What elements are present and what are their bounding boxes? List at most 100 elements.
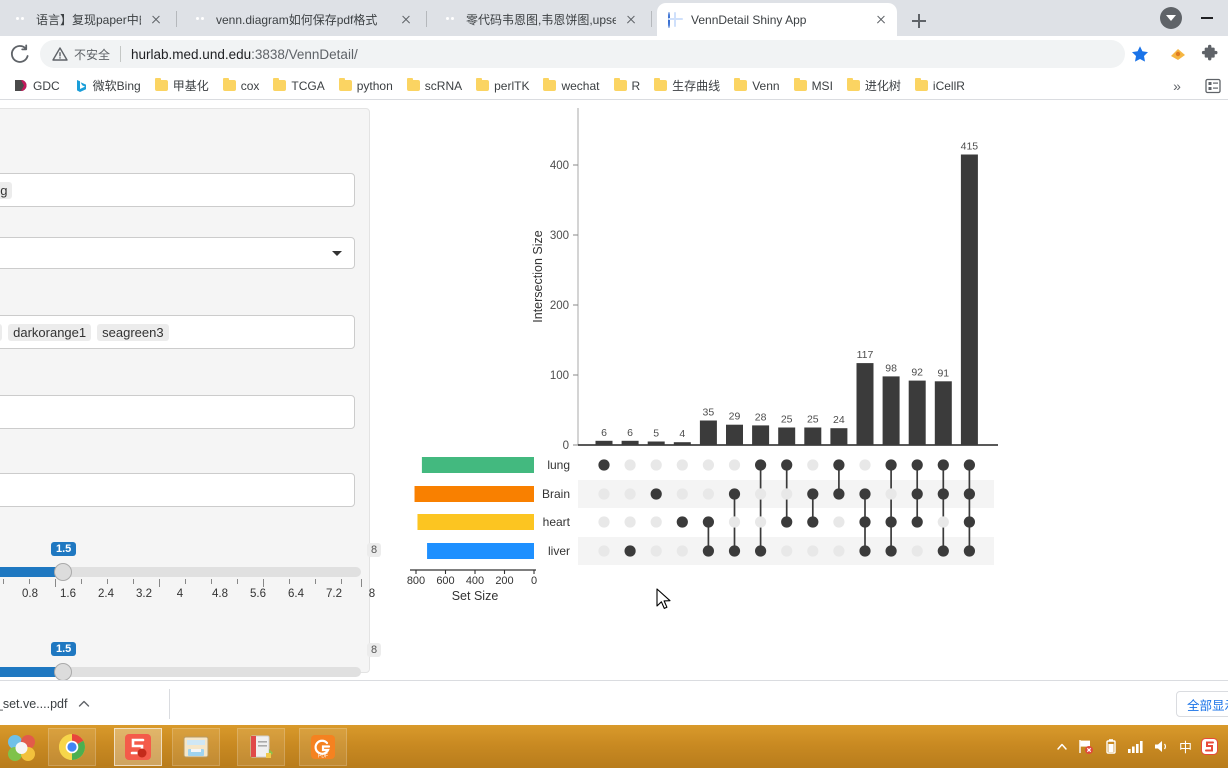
tray-sogou-icon[interactable] — [1201, 738, 1218, 755]
chevron-up-icon[interactable] — [77, 697, 91, 711]
reading-list-icon[interactable] — [1204, 77, 1222, 95]
tray-volume-icon[interactable] — [1153, 739, 1170, 754]
setsize-label-input[interactable]: Set Size — [0, 395, 355, 429]
address-bar[interactable]: 不安全 hurlab.med.und.edu:3838/VennDetail/ — [40, 40, 1125, 68]
intersection-bar — [595, 440, 613, 445]
color-token-seagreen3[interactable]: seagreen3 — [97, 323, 169, 341]
tab-close-icon[interactable] — [398, 12, 414, 28]
taskbar-explorer-icon[interactable] — [172, 728, 220, 766]
taskbar-snipaste-icon[interactable] — [114, 728, 162, 766]
intersection-bar-value-label: 117 — [857, 349, 874, 361]
color-token-goldenrod1[interactable]: goldenrod1 — [0, 323, 3, 341]
tab-close-icon[interactable] — [623, 12, 639, 28]
set-size-bar — [421, 457, 534, 473]
download-shelf: ur_gene_set.ve....pdf 全部显示 — [0, 680, 1228, 725]
bookmark-msi[interactable]: MSI — [787, 74, 840, 98]
bookmark-bing[interactable]: 微软Bing — [67, 74, 148, 98]
browser-tab-1[interactable]: venn.diagram如何保存pdf格式 — [182, 3, 422, 36]
intersection-bar-value-label: 35 — [703, 407, 715, 419]
tick-label: 4.8 — [212, 588, 228, 600]
browser-tab-0[interactable]: 语言】复现paper中的韦恩图 — [2, 3, 172, 36]
slider-handle[interactable] — [54, 663, 72, 680]
bookmark-python[interactable]: python — [332, 74, 400, 98]
display-type-select[interactable]: Upset — [0, 237, 355, 269]
new-tab-button[interactable] — [905, 7, 933, 35]
bookmark-label: 微软Bing — [92, 79, 141, 93]
url-text: hurlab.med.und.edu:3838/VennDetail/ — [131, 47, 358, 62]
intersection-bar-value-label: 28 — [755, 411, 767, 423]
matrix-dot-filled — [911, 459, 923, 471]
set-size-tick-label: 200 — [495, 575, 513, 587]
bookmark-star-icon[interactable] — [1130, 44, 1150, 64]
bookmark-label: TCGA — [291, 78, 325, 93]
bookmark-wechat[interactable]: wechat — [536, 74, 606, 98]
matrix-dot-empty — [937, 516, 949, 528]
intersection-bar-value-label: 29 — [729, 411, 741, 423]
taskbar-notepad-icon[interactable] — [237, 728, 285, 766]
set-row-label: liver — [548, 544, 570, 558]
slider-handle[interactable] — [54, 563, 72, 581]
folder-icon — [914, 77, 928, 91]
not-secure-warning-icon — [52, 46, 68, 62]
download-item[interactable]: ur_gene_set.ve....pdf — [0, 689, 170, 719]
extensions-puzzle-icon[interactable] — [1200, 44, 1220, 64]
set-row-label: lung — [547, 458, 570, 472]
tray-battery-icon[interactable] — [1103, 738, 1118, 755]
show-all-downloads-button[interactable]: 全部显示 — [1176, 691, 1228, 717]
tray-overflow-icon[interactable] — [1056, 741, 1068, 753]
intersection-bar — [778, 427, 796, 445]
tab-close-icon[interactable] — [148, 12, 164, 28]
matrix-dot-filled — [963, 459, 976, 471]
bookmark-cox[interactable]: cox — [216, 74, 267, 98]
bookmark-gdc[interactable]: GDC — [6, 74, 67, 98]
matrix-dot-filled — [963, 545, 976, 557]
svg-text:PDF: PDF — [318, 754, 328, 760]
intersection-bar-value-label: 4 — [679, 428, 685, 440]
browser-tab-3-active[interactable]: VennDetail Shiny App — [657, 3, 897, 36]
bookmark-tcga[interactable]: TCGA — [266, 74, 331, 98]
intersection-bar — [882, 376, 900, 445]
bookmark-venn[interactable]: Venn — [727, 74, 786, 98]
omnibox-divider — [120, 46, 122, 62]
group-token-lung[interactable]: lung — [0, 181, 13, 199]
tab-close-icon[interactable] — [873, 12, 889, 28]
matrix-dot-empty — [728, 516, 741, 528]
y-axis-tick-label: 400 — [550, 160, 569, 172]
colors-multiselect[interactable]: dodgerblue goldenrod1 darkorange1 seagre… — [0, 315, 355, 349]
profile-avatar-icon[interactable] — [1160, 7, 1182, 29]
tray-ime-language-icon[interactable]: 中 — [1179, 737, 1192, 756]
reload-icon[interactable] — [8, 42, 32, 66]
window-minimize-button[interactable] — [1196, 8, 1218, 28]
tick-label: 3.2 — [136, 588, 152, 600]
tray-flag-icon[interactable] — [1077, 738, 1094, 755]
bookmark-perltk[interactable]: perlTK — [469, 74, 536, 98]
intersection-label-input[interactable]: Intersection Size — [0, 473, 355, 507]
wechat-icon — [13, 12, 29, 28]
matrix-dot-empty — [833, 516, 845, 528]
y-axis-label: Intersection Size — [531, 230, 545, 322]
taskbar-pdf-icon[interactable]: PDF — [299, 728, 347, 766]
bookmark-survival-curve[interactable]: 生存曲线 — [647, 74, 727, 98]
matrix-dot-filled — [859, 516, 871, 528]
extension-icon[interactable] — [1168, 44, 1188, 64]
bookmark-r[interactable]: R — [607, 74, 648, 98]
bookmark-methylation[interactable]: 甲基化 — [148, 74, 216, 98]
matrix-dot-filled — [624, 545, 636, 557]
matrix-dot-filled — [937, 545, 949, 557]
tray-network-icon[interactable] — [1127, 739, 1144, 754]
taskbar-chrome-icon[interactable] — [48, 728, 96, 766]
bookmarks-overflow-icon[interactable]: » — [1166, 76, 1188, 96]
start-button-icon[interactable] — [2, 729, 42, 765]
browser-tab-2[interactable]: 零代码韦恩图,韦恩饼图,upset图 — [432, 3, 647, 36]
y-axis-tick-label: 100 — [550, 370, 569, 382]
matrix-dot-empty — [650, 545, 662, 557]
groups-multiselect[interactable]: Brain heart liver lung — [0, 173, 355, 207]
bookmark-phylo-tree[interactable]: 进化树 — [840, 74, 908, 98]
color-token-darkorange1[interactable]: darkorange1 — [8, 323, 92, 341]
tab-title: venn.diagram如何保存pdf格式 — [216, 13, 378, 27]
y-axis-tick-label: 200 — [550, 300, 569, 312]
gdc-icon — [13, 79, 28, 92]
bookmark-scrna[interactable]: scRNA — [400, 74, 469, 98]
url-host: hurlab.med.und.edu — [131, 46, 252, 62]
bookmark-icellr[interactable]: iCellR — [908, 74, 972, 98]
